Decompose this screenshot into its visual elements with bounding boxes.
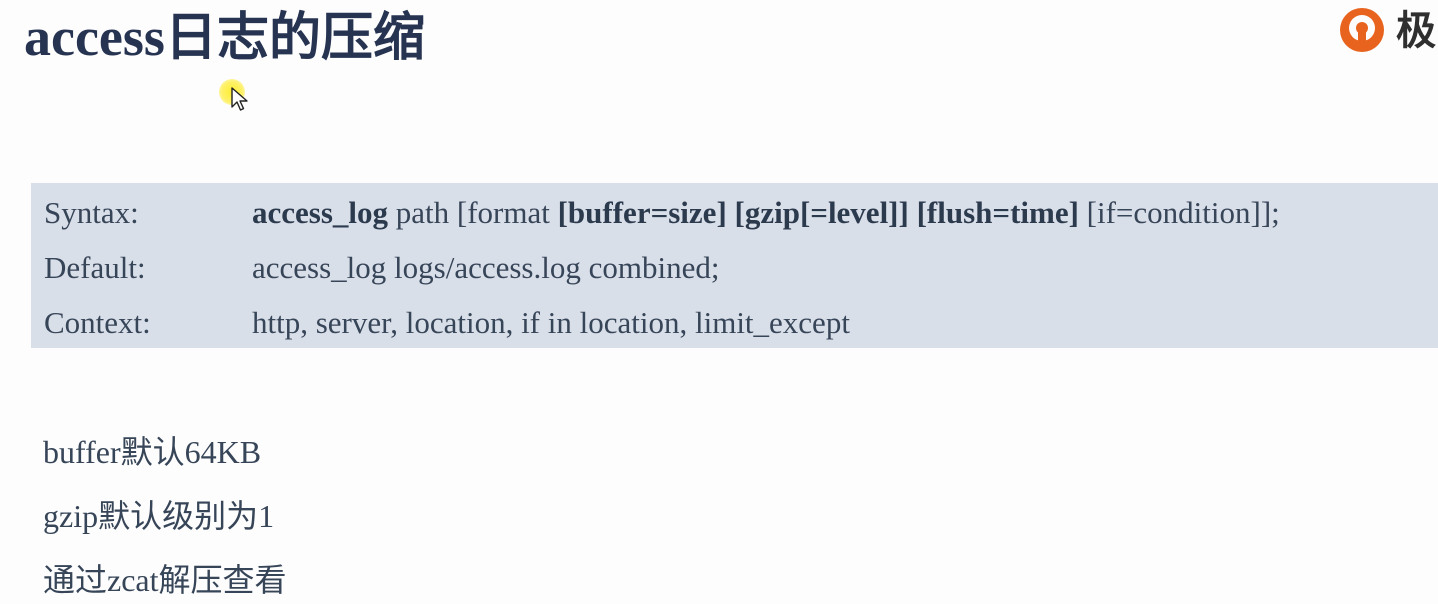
syntax-buffer-param: [buffer=size] — [557, 195, 727, 230]
syntax-if-param: [if=condition]]; — [1078, 195, 1280, 230]
default-value: access_log logs/access.log combined; — [252, 250, 720, 285]
logo-text: 极 — [1396, 8, 1436, 54]
mouse-cursor — [219, 79, 259, 119]
syntax-value: access_log path [format [buffer=size] [g… — [252, 185, 1280, 240]
note-buffer-default: buffer默认64KB — [43, 434, 262, 470]
page-title: access日志的压缩 — [24, 2, 425, 73]
cursor-arrow-icon — [231, 87, 248, 111]
context-row: Context: http, server, location, if in l… — [31, 295, 1438, 350]
context-value: http, server, location, if in location, … — [252, 305, 850, 340]
brand-logo: 极 — [1334, 0, 1438, 62]
title-cjk: 日志的压缩 — [164, 7, 425, 68]
q-logo-icon — [1340, 8, 1384, 52]
syntax-flush-param: [flush=time] — [916, 195, 1079, 230]
context-key: Context: — [44, 305, 151, 340]
default-row: Default: access_log logs/access.log comb… — [31, 240, 1438, 295]
syntax-directive-name: access_log — [252, 195, 389, 230]
default-key: Default: — [44, 250, 146, 285]
note-zcat: 通过zcat解压查看 — [43, 562, 287, 598]
note-gzip-level: gzip默认级别为1 — [43, 498, 275, 534]
notes-list: buffer默认64KB gzip默认级别为1 通过zcat解压查看 — [43, 420, 287, 604]
syntax-space — [727, 195, 735, 230]
syntax-gzip-param: [gzip[=level]] — [734, 195, 909, 230]
directive-syntax-box: Syntax: access_log path [format [buffer=… — [31, 183, 1438, 348]
syntax-key: Syntax: — [44, 195, 139, 230]
syntax-path-format: path [format — [388, 195, 558, 230]
title-latin: access — [24, 7, 165, 67]
slide: access日志的压缩 极 Syntax: access_log path [f… — [0, 0, 1438, 604]
syntax-row: Syntax: access_log path [format [buffer=… — [31, 185, 1438, 240]
syntax-space — [909, 195, 917, 230]
